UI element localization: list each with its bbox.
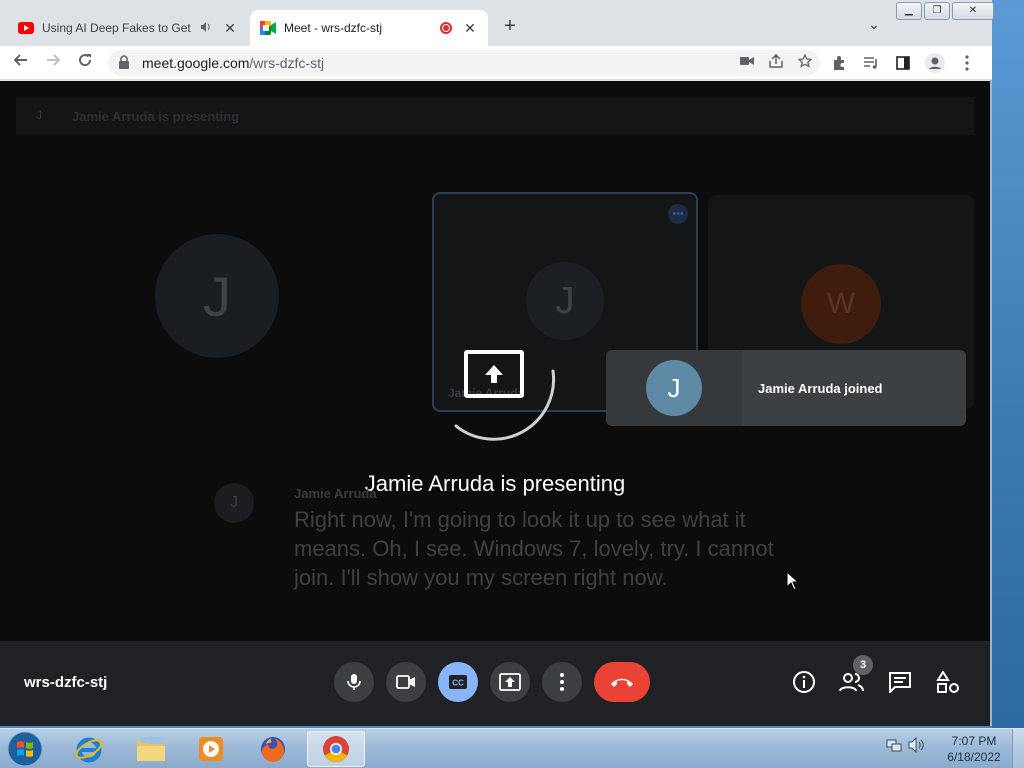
google-meet-icon — [260, 20, 276, 36]
windows-start-icon — [7, 731, 43, 767]
media-control-icon[interactable] — [860, 52, 882, 74]
extensions-puzzle-icon[interactable] — [828, 52, 850, 74]
camera-button[interactable] — [386, 662, 426, 702]
system-clock[interactable]: 7:07 PM 6/18/2022 — [942, 733, 1006, 765]
clock-date: 6/18/2022 — [947, 750, 1001, 764]
caption-speaker-avatar: J — [214, 483, 254, 523]
firefox-icon[interactable] — [244, 731, 302, 767]
start-button[interactable] — [4, 730, 46, 768]
participant-avatar: W — [801, 264, 881, 344]
recording-icon — [440, 22, 452, 34]
side-panel-icon[interactable] — [892, 52, 914, 74]
captions-button[interactable]: CC — [438, 662, 478, 702]
captions-area: J Jamie Arruda Right now, I'm going to l… — [214, 483, 774, 623]
participant-avatar: J — [155, 234, 279, 358]
presenting-banner: J Jamie Arruda is presenting — [16, 97, 974, 135]
close-tab-icon[interactable]: ✕ — [222, 20, 238, 37]
speaker-icon[interactable] — [200, 21, 216, 36]
share-icon[interactable] — [768, 53, 784, 71]
chrome-menu-icon[interactable] — [956, 52, 978, 74]
participant-joined-toast: J Jamie Arruda joined — [606, 350, 966, 426]
caption-speaker-name: Jamie Arruda — [294, 486, 377, 501]
leave-call-button[interactable] — [594, 662, 650, 702]
volume-icon[interactable] — [908, 736, 926, 758]
browser-toolbar: meet.google.com/wrs-dzfc-stj — [0, 46, 992, 80]
meeting-code: wrs-dzfc-stj — [24, 674, 108, 691]
svg-text:CC: CC — [452, 679, 464, 688]
people-icon — [839, 673, 864, 692]
lock-icon[interactable] — [118, 54, 132, 72]
present-screen-icon — [464, 350, 524, 398]
forward-arrow-icon[interactable] — [42, 52, 64, 74]
meet-control-bar: wrs-dzfc-stj CC 3 — [0, 641, 990, 726]
desktop-background — [992, 0, 1024, 728]
activities-shapes-icon — [936, 671, 959, 693]
toast-avatar-area: J — [606, 350, 742, 426]
closed-captions-icon: CC — [449, 675, 467, 689]
tab-meet[interactable]: Meet - wrs-dzfc-stj ✕ — [250, 10, 488, 46]
tab-youtube[interactable]: Using AI Deep Fakes to Get F ✕ — [8, 10, 248, 46]
reload-icon[interactable] — [74, 52, 96, 74]
url-domain: meet.google.com — [142, 55, 250, 71]
microphone-icon — [347, 674, 361, 690]
chat-icon — [889, 672, 911, 693]
system-tray — [886, 736, 926, 758]
meeting-details-button[interactable] — [789, 667, 819, 697]
youtube-icon — [18, 20, 34, 36]
window-controls: ▁ ❐ ✕ — [896, 2, 994, 20]
address-bar[interactable]: meet.google.com/wrs-dzfc-stj — [108, 50, 820, 76]
more-vert-icon — [560, 673, 564, 691]
banner-avatar: J — [36, 108, 42, 122]
minimize-button[interactable]: ▁ — [896, 2, 922, 20]
tab-strip: Using AI Deep Fakes to Get F ✕ Meet - wr… — [0, 0, 994, 46]
people-count-badge: 3 — [853, 655, 873, 675]
present-screen-icon — [499, 673, 521, 691]
restore-button[interactable]: ❐ — [924, 2, 950, 20]
close-tab-icon[interactable]: ✕ — [462, 20, 478, 37]
toast-avatar: J — [646, 360, 702, 416]
profile-avatar-icon[interactable] — [924, 52, 946, 74]
media-player-icon[interactable] — [182, 731, 240, 767]
bookmark-star-icon[interactable] — [797, 53, 813, 71]
back-arrow-icon[interactable] — [10, 52, 32, 74]
chrome-window: Using AI Deep Fakes to Get F ✕ Meet - wr… — [0, 0, 994, 726]
url-path: /wrs-dzfc-stj — [249, 55, 325, 71]
microphone-button[interactable] — [334, 662, 374, 702]
caption-text: Right now, I'm going to look it up to se… — [294, 507, 774, 590]
present-now-button[interactable] — [490, 662, 530, 702]
activities-button[interactable] — [933, 667, 963, 697]
tab-title: Using AI Deep Fakes to Get F — [42, 21, 194, 35]
video-camera-icon — [396, 675, 415, 689]
windows-taskbar: 7:07 PM 6/18/2022 — [0, 728, 1024, 768]
phone-hangup-icon — [611, 678, 633, 687]
chrome-icon[interactable] — [307, 731, 365, 767]
info-icon — [793, 671, 815, 693]
chat-button[interactable] — [885, 667, 915, 697]
camera-icon[interactable] — [740, 54, 754, 71]
mouse-cursor-icon — [786, 571, 800, 591]
toast-text: Jamie Arruda joined — [758, 380, 883, 396]
clock-time: 7:07 PM — [951, 734, 997, 748]
tab-title: Meet - wrs-dzfc-stj — [284, 21, 383, 35]
banner-text: Jamie Arruda is presenting — [72, 108, 240, 124]
close-window-button[interactable]: ✕ — [952, 2, 994, 20]
tab-search-chevron-icon[interactable]: ⌄ — [862, 16, 886, 36]
show-desktop-button[interactable] — [1012, 729, 1024, 768]
meeting-stage: J Jamie Arruda is presenting J J ••• Jam… — [0, 81, 990, 641]
more-options-button[interactable] — [542, 662, 582, 702]
tile-more-options-icon[interactable]: ••• — [668, 204, 688, 224]
file-explorer-icon[interactable] — [122, 731, 180, 767]
internet-explorer-icon[interactable] — [60, 731, 118, 767]
meet-page: J Jamie Arruda is presenting J J ••• Jam… — [0, 81, 990, 726]
network-icon[interactable] — [886, 737, 902, 758]
participant-tile[interactable]: J — [18, 195, 418, 405]
new-tab-button[interactable]: + — [498, 14, 522, 38]
